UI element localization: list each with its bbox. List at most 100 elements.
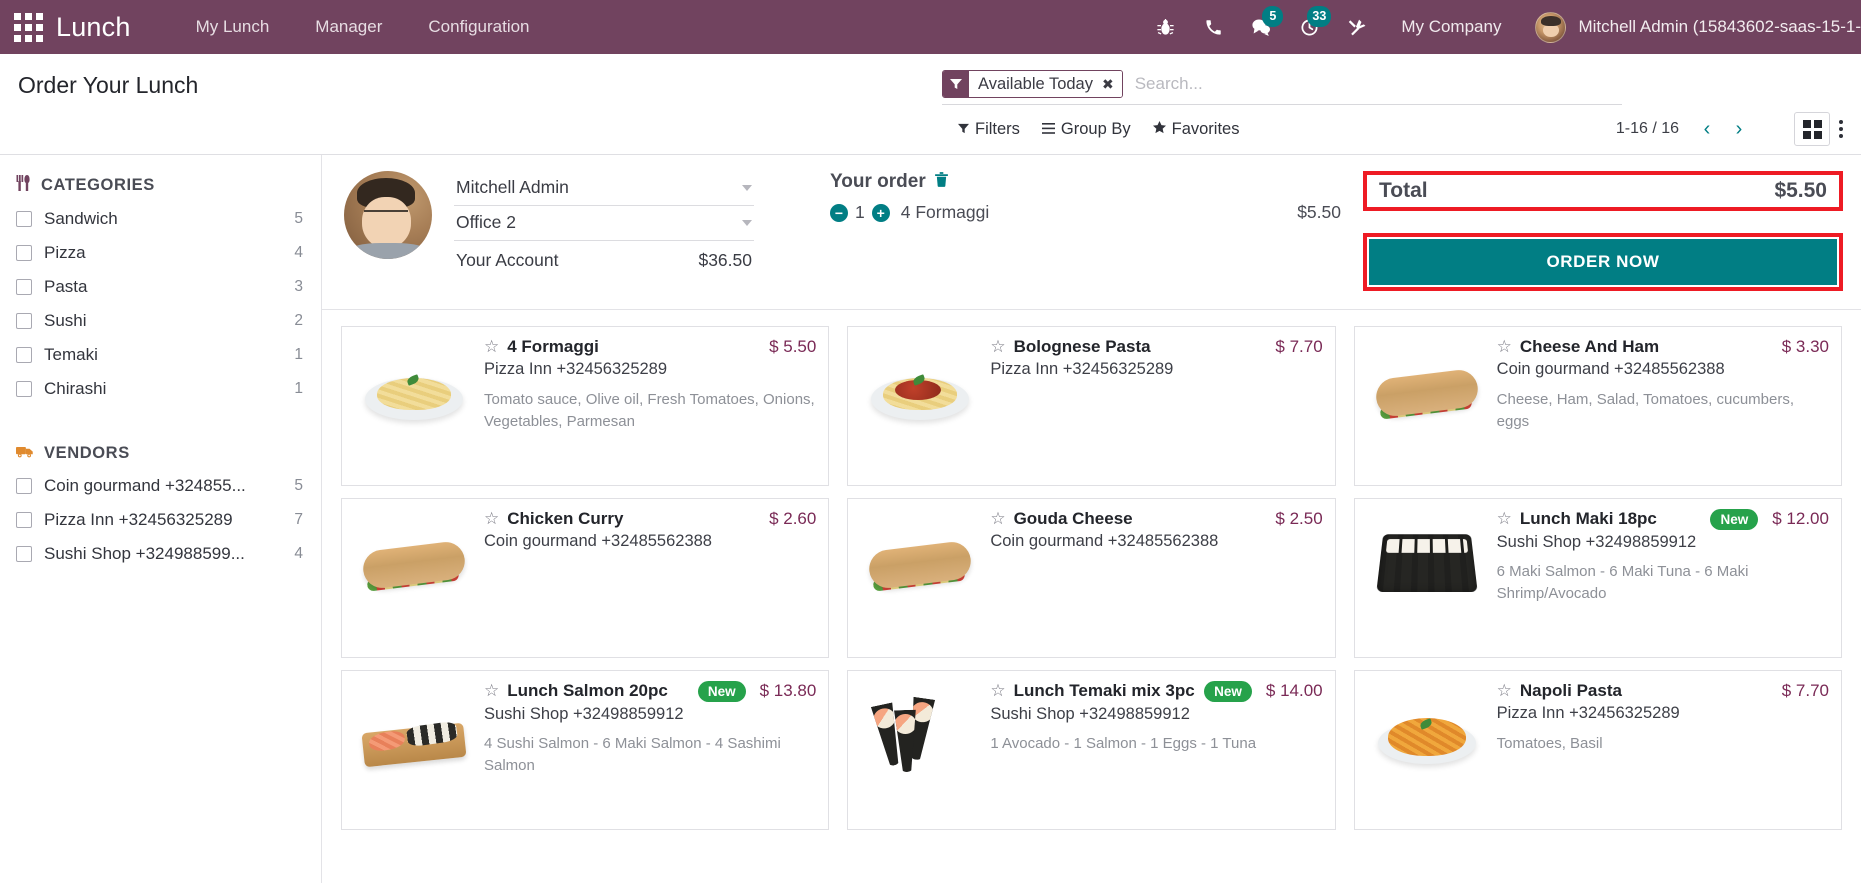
product-card-body: ☆ Lunch Maki 18pc New $ 12.00 Sushi Shop… — [1497, 509, 1829, 647]
favorite-star-icon[interactable]: ☆ — [990, 509, 1005, 529]
product-card[interactable]: ☆ 4 Formaggi $ 5.50 Pizza Inn +324563252… — [341, 326, 830, 486]
app-name[interactable]: Lunch — [56, 12, 131, 43]
favorite-star-icon[interactable]: ☆ — [990, 337, 1005, 357]
messages-icon[interactable]: 5 — [1237, 0, 1285, 54]
sidebar-category-list: Sandwich 5 Pizza 4 Pasta 3 Sushi 2 Temak… — [0, 202, 321, 406]
options-dots-icon[interactable] — [1839, 120, 1843, 138]
minus-circle-icon[interactable]: − — [830, 203, 848, 222]
sidebar-item-categories-2[interactable]: Pasta 3 — [0, 270, 321, 304]
checkbox[interactable] — [16, 313, 32, 329]
sandwich-cheese-ham-image — [1365, 337, 1489, 437]
groupby-dropdown[interactable]: Group By — [1041, 120, 1131, 139]
favorite-star-icon[interactable]: ☆ — [484, 681, 499, 701]
checkbox[interactable] — [16, 347, 32, 363]
filter-icon — [958, 122, 969, 137]
product-card[interactable]: ☆ Cheese And Ham $ 3.30 Coin gourmand +3… — [1353, 326, 1842, 486]
sidebar-item-categories-5[interactable]: Chirashi 1 — [0, 372, 321, 406]
product-vendor: Sushi Shop +32498859912 — [484, 705, 684, 723]
favorite-star-icon[interactable]: ☆ — [1497, 509, 1512, 529]
user-select-value: Mitchell Admin — [456, 177, 569, 197]
facet-label: Available Today — [969, 71, 1102, 97]
order-line: − 1 + 4 Formaggi $5.50 — [830, 202, 1363, 223]
sidebar-item-count: 3 — [294, 278, 303, 295]
product-card[interactable]: ☆ Lunch Maki 18pc New $ 12.00 Sushi Shop… — [1353, 498, 1842, 658]
checkbox[interactable] — [16, 478, 32, 494]
pager-next-icon[interactable]: › — [1725, 115, 1753, 143]
sidebar-item-vendors-0[interactable]: Coin gourmand +324855... 5 — [0, 469, 321, 503]
account-value: $36.50 — [698, 250, 752, 270]
sidebar-item-categories-1[interactable]: Pizza 4 — [0, 236, 321, 270]
order-header: Mitchell Admin Office 2 Your Account $36… — [322, 155, 1861, 310]
sidebar-item-count: 1 — [294, 380, 303, 397]
pager-value[interactable]: 1-16 / 16 — [1616, 120, 1679, 138]
account-label: Your Account — [456, 250, 559, 270]
bug-icon[interactable] — [1141, 0, 1189, 54]
menu-manager[interactable]: Manager — [292, 0, 405, 54]
product-card[interactable]: ☆ Napoli Pasta $ 7.70 Pizza Inn +3245632… — [1353, 670, 1842, 830]
checkbox[interactable] — [16, 211, 32, 227]
favorite-star-icon[interactable]: ☆ — [484, 509, 499, 529]
search-input[interactable] — [1122, 74, 1622, 94]
account-row: Your Account $36.50 — [454, 241, 754, 278]
product-card[interactable]: ☆ Chicken Curry $ 2.60 Coin gourmand +32… — [341, 498, 830, 658]
checkbox[interactable] — [16, 279, 32, 295]
product-card-body: ☆ 4 Formaggi $ 5.50 Pizza Inn +324563252… — [484, 337, 816, 475]
checkbox[interactable] — [16, 381, 32, 397]
sidebar-item-label: Chirashi — [44, 379, 107, 398]
activities-clock-icon[interactable]: 33 — [1285, 0, 1333, 54]
sidebar-item-vendors-1[interactable]: Pizza Inn +32456325289 7 — [0, 503, 321, 537]
favorite-star-icon[interactable]: ☆ — [1497, 337, 1512, 357]
favorites-dropdown[interactable]: Favorites — [1152, 119, 1240, 139]
location-select-field[interactable]: Office 2 — [454, 206, 754, 241]
product-card-wrapper: ☆ Lunch Maki 18pc New $ 12.00 Sushi Shop… — [1345, 492, 1851, 664]
sidebar-item-categories-3[interactable]: Sushi 2 — [0, 304, 321, 338]
company-selector[interactable]: My Company — [1381, 17, 1521, 37]
plus-circle-icon[interactable]: + — [871, 203, 890, 222]
categories-title: CATEGORIES — [41, 176, 155, 194]
product-card[interactable]: ☆ Lunch Salmon 20pc New $ 13.80 Sushi Sh… — [341, 670, 830, 830]
product-card-header: ☆ Bolognese Pasta $ 7.70 — [990, 337, 1322, 357]
product-description: Tomatoes, Basil — [1496, 734, 1603, 752]
menu-configuration[interactable]: Configuration — [405, 0, 552, 54]
kanban-view-icon[interactable] — [1794, 112, 1830, 146]
product-card-wrapper: ☆ Cheese And Ham $ 3.30 Coin gourmand +3… — [1345, 320, 1851, 492]
user-select-field[interactable]: Mitchell Admin — [454, 171, 754, 206]
facet-remove-icon[interactable]: ✖ — [1101, 71, 1122, 97]
menu-my-lunch[interactable]: My Lunch — [173, 0, 293, 54]
checkbox[interactable] — [16, 245, 32, 261]
order-now-button[interactable]: ORDER NOW — [1367, 237, 1839, 287]
search-facet-available-today[interactable]: Available Today ✖ — [942, 70, 1123, 98]
main-panel: Mitchell Admin Office 2 Your Account $36… — [322, 155, 1861, 883]
product-description: Tomato sauce, Olive oil, Fresh Tomatoes,… — [484, 390, 815, 430]
view-switcher — [1794, 112, 1843, 146]
phone-icon[interactable] — [1189, 0, 1237, 54]
checkbox[interactable] — [16, 546, 32, 562]
product-card[interactable]: ☆ Bolognese Pasta $ 7.70 Pizza Inn +3245… — [847, 326, 1336, 486]
total-box: Total $5.50 — [1363, 171, 1843, 211]
sidebar-item-vendors-2[interactable]: Sushi Shop +324988599... 4 — [0, 537, 321, 571]
favorite-star-icon[interactable]: ☆ — [990, 681, 1005, 701]
product-card[interactable]: ☆ Gouda Cheese $ 2.50 Coin gourmand +324… — [847, 498, 1336, 658]
favorite-star-icon[interactable]: ☆ — [1497, 681, 1512, 701]
user-name-label: Mitchell Admin (15843602-saas-15-1- — [1578, 17, 1861, 36]
product-vendor: Pizza Inn +32456325289 — [484, 360, 668, 379]
checkbox[interactable] — [16, 512, 32, 528]
user-menu[interactable]: Mitchell Admin (15843602-saas-15-1- — [1521, 11, 1861, 43]
sidebar: CATEGORIES Sandwich 5 Pizza 4 Pasta 3 Su… — [0, 155, 322, 883]
product-card[interactable]: ☆ Lunch Temaki mix 3pc New $ 14.00 Sushi… — [847, 670, 1336, 830]
sidebar-item-categories-0[interactable]: Sandwich 5 — [0, 202, 321, 236]
sidebar-item-categories-4[interactable]: Temaki 1 — [0, 338, 321, 372]
filters-dropdown[interactable]: Filters — [958, 120, 1020, 139]
pager-previous-icon[interactable]: ‹ — [1693, 115, 1721, 143]
sidebar-item-count: 7 — [294, 511, 303, 528]
trash-icon[interactable] — [934, 172, 948, 192]
favorite-star-icon[interactable]: ☆ — [484, 337, 499, 357]
apps-grid-icon[interactable] — [0, 12, 56, 42]
sidebar-item-count: 5 — [294, 477, 303, 494]
product-name: Napoli Pasta — [1519, 681, 1622, 700]
sushi-salmon-board-image — [352, 681, 476, 781]
sidebar-section-categories: CATEGORIES — [0, 171, 321, 202]
tools-icon[interactable] — [1333, 0, 1381, 54]
product-grid: ☆ 4 Formaggi $ 5.50 Pizza Inn +324563252… — [322, 310, 1861, 836]
favorites-label: Favorites — [1171, 119, 1240, 138]
